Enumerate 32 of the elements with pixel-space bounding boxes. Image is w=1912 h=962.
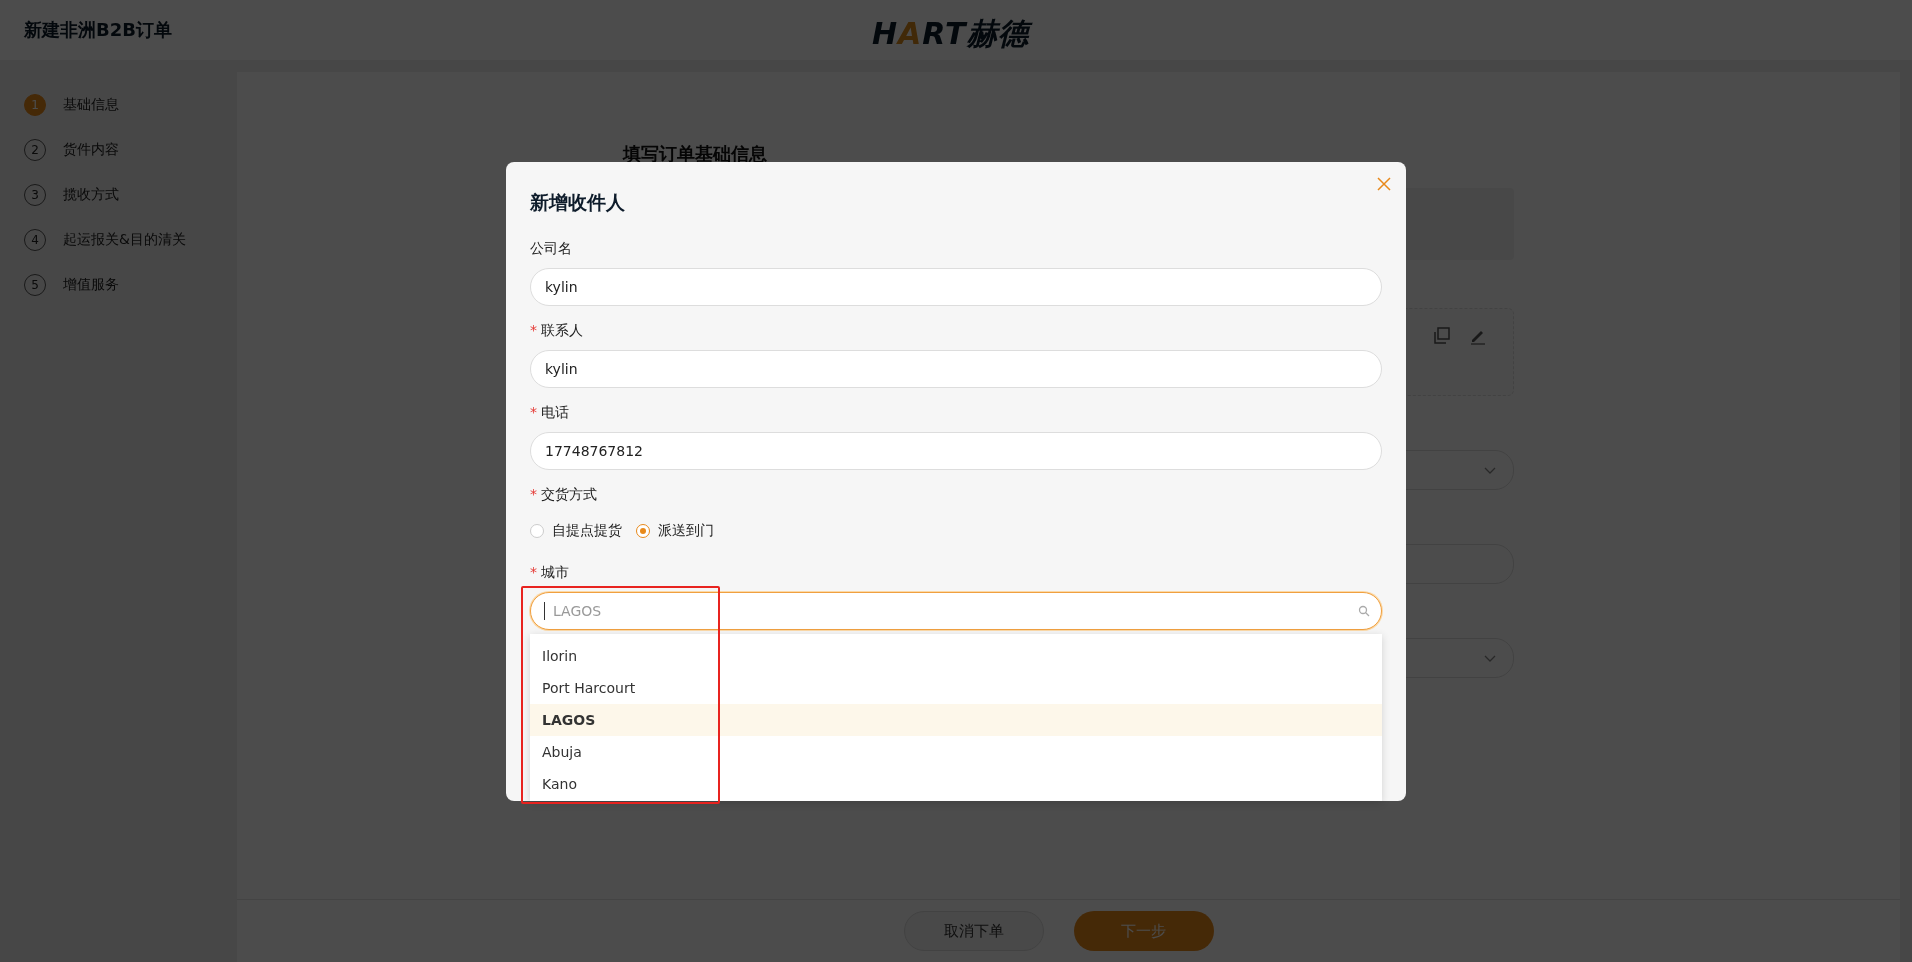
dialog-title: 新增收件人	[530, 190, 626, 214]
field-label: 公司名	[530, 240, 572, 256]
radio-button[interactable]	[530, 524, 544, 538]
search-field[interactable]: LAGOS	[530, 592, 1382, 630]
radio-button[interactable]	[636, 524, 650, 538]
step-label: 货件内容	[63, 141, 119, 159]
text-cursor	[544, 602, 545, 620]
search-icon	[1358, 605, 1370, 617]
required-asterisk: *	[530, 486, 537, 502]
radio-label[interactable]: 派送到门	[658, 522, 714, 540]
dropdown-option[interactable]: Port Harcourt	[530, 672, 1382, 704]
input-field[interactable]: 17748767812	[530, 432, 1382, 470]
field-label: 城市	[541, 564, 569, 580]
step-label: 起运报关&目的清关	[63, 231, 186, 249]
field-label: 交货方式	[541, 486, 597, 502]
input-field[interactable]: kylin	[530, 350, 1382, 388]
dropdown-option[interactable]: LAGOS	[530, 704, 1382, 736]
step-label: 揽收方式	[63, 186, 119, 204]
step-label: 基础信息	[63, 96, 119, 114]
step-label: 增值服务	[63, 276, 119, 294]
required-asterisk: *	[530, 564, 537, 580]
required-asterisk: *	[530, 404, 537, 420]
page-title: 新建非洲B2B订单	[24, 18, 172, 42]
close-icon[interactable]	[1376, 176, 1392, 192]
input-field[interactable]: kylin	[530, 268, 1382, 306]
dropdown-option[interactable]: Abuja	[530, 736, 1382, 768]
radio-label[interactable]: 自提点提货	[552, 522, 622, 540]
required-asterisk: *	[530, 322, 537, 338]
field-label: 联系人	[541, 322, 583, 338]
field-label: 电话	[541, 404, 569, 420]
dropdown-option[interactable]: Kano	[530, 768, 1382, 800]
dropdown-option[interactable]: Ilorin	[530, 640, 1382, 672]
